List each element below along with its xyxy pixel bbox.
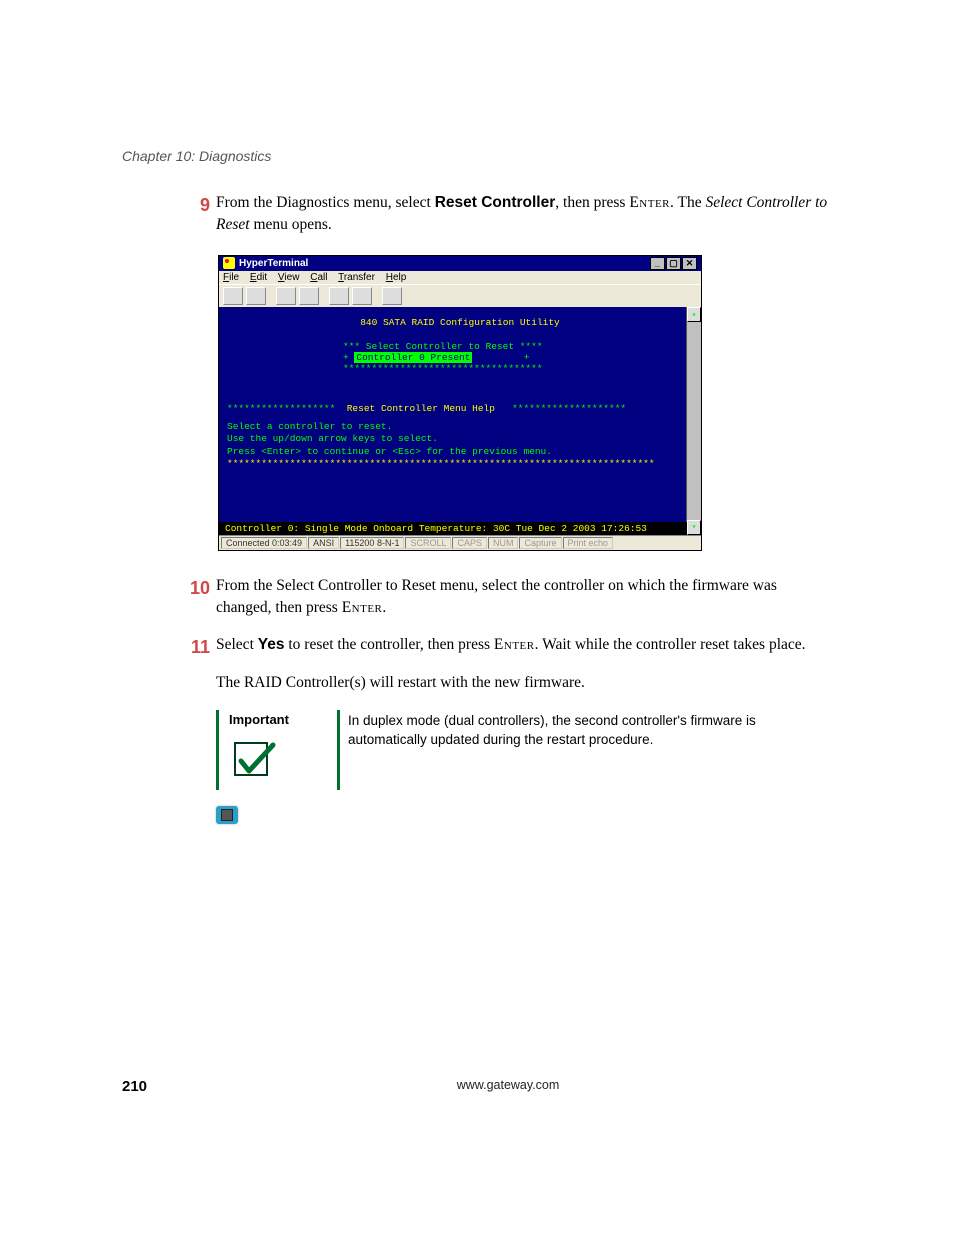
menu-transfer[interactable]: Transfer: [338, 272, 375, 283]
menu-view[interactable]: View: [278, 272, 300, 283]
reset-controller-label: Reset Controller: [435, 194, 556, 211]
end-section-icon: [216, 806, 834, 824]
checkmark-icon: [229, 737, 329, 788]
terminal-title: 840 SATA RAID Configuration Utility: [227, 317, 693, 328]
page-footer: 210 www.gateway.com: [122, 1078, 834, 1095]
text: menu opens.: [250, 216, 332, 233]
toolbar-button-5[interactable]: [329, 287, 349, 305]
hyperterminal-screenshot: HyperTerminal _ ▢ ✕ File Edit View Call …: [218, 255, 834, 551]
toolbar-button-3[interactable]: [276, 287, 296, 305]
step-9: 9 From the Diagnostics menu, select Rese…: [176, 192, 834, 237]
toolbar-button-7[interactable]: [382, 287, 402, 305]
maximize-button[interactable]: ▢: [666, 257, 681, 270]
help-stars-full: ****************************************…: [227, 458, 693, 470]
toolbar-button-2[interactable]: [246, 287, 266, 305]
toolbar-button-1[interactable]: [223, 287, 243, 305]
controller-option[interactable]: Controller 0 Present: [354, 352, 472, 363]
menu-call[interactable]: Call: [310, 272, 327, 283]
important-callout: Important In duplex mode (dual controlle…: [216, 710, 834, 790]
terminal-footer: Controller 0: Single Mode Onboard Temper…: [219, 522, 687, 535]
important-text: In duplex mode (dual controllers), the s…: [337, 710, 834, 790]
step-9-number: 9: [176, 192, 210, 237]
statusbar: Connected 0:03:49 ANSI 115200 8-N-1 SCRO…: [219, 535, 701, 550]
scroll-down-button[interactable]: ▾: [687, 520, 701, 535]
toolbar: [219, 284, 701, 307]
status-num: NUM: [488, 537, 519, 549]
text: , then press: [555, 194, 629, 211]
chapter-header: Chapter 10: Diagnostics: [122, 148, 834, 164]
status-scroll: SCROLL: [405, 537, 451, 549]
toolbar-button-6[interactable]: [352, 287, 372, 305]
text: .: [382, 599, 386, 616]
text: Select: [216, 636, 258, 653]
help-section: ******************* Reset Controller Men…: [227, 403, 693, 471]
status-echo: Print echo: [563, 537, 614, 549]
toolbar-button-4[interactable]: [299, 287, 319, 305]
status-caps: CAPS: [452, 537, 487, 549]
option-marker: +: [343, 352, 349, 363]
text: . The: [670, 194, 705, 211]
help-line-1: Select a controller to reset.: [227, 421, 693, 433]
text: From the Diagnostics menu, select: [216, 194, 435, 211]
text: . Wait while the controller reset takes …: [535, 636, 806, 653]
menu-help[interactable]: Help: [386, 272, 407, 283]
status-connected: Connected 0:03:49: [221, 537, 307, 549]
step-10-number: 10: [176, 575, 210, 620]
menu-file[interactable]: File: [223, 272, 239, 283]
step-11: 11 Select Yes to reset the controller, t…: [176, 634, 834, 660]
menu-edit[interactable]: Edit: [250, 272, 267, 283]
yes-label: Yes: [258, 636, 285, 653]
help-stars-left: *******************: [227, 403, 335, 414]
close-button[interactable]: ✕: [682, 257, 697, 270]
page: Chapter 10: Diagnostics 9 From the Diagn…: [0, 0, 954, 1235]
step-9-body: From the Diagnostics menu, select Reset …: [216, 192, 834, 237]
status-capture: Capture: [519, 537, 561, 549]
text: to reset the controller, then press: [284, 636, 493, 653]
window-titlebar: HyperTerminal _ ▢ ✕: [219, 256, 701, 271]
window-controls: _ ▢ ✕: [650, 257, 697, 270]
scrollbar[interactable]: ▴ ▾: [686, 307, 701, 535]
step-11-body: Select Yes to reset the controller, then…: [216, 634, 834, 660]
window-title: HyperTerminal: [239, 258, 308, 269]
restart-note: The RAID Controller(s) will restart with…: [216, 674, 834, 692]
page-number: 210: [122, 1078, 182, 1095]
status-emulation: ANSI: [308, 537, 339, 549]
step-10-body: From the Select Controller to Reset menu…: [216, 575, 834, 620]
select-footer: ***********************************: [343, 364, 693, 375]
help-stars-right: ********************: [512, 403, 626, 414]
footer-url: www.gateway.com: [182, 1078, 834, 1095]
app-icon: [223, 257, 235, 269]
menubar: File Edit View Call Transfer Help: [219, 271, 701, 284]
enter-key: Enter: [342, 599, 383, 616]
enter-key: Enter: [629, 194, 670, 211]
status-baud: 115200 8-N-1: [340, 537, 404, 549]
step-10: 10 From the Select Controller to Reset m…: [176, 575, 834, 620]
hyperterminal-window: HyperTerminal _ ▢ ✕ File Edit View Call …: [218, 255, 702, 551]
minimize-button[interactable]: _: [650, 257, 665, 270]
important-label: Important: [229, 712, 329, 727]
help-line-2: Use the up/down arrow keys to select.: [227, 433, 693, 445]
help-title: Reset Controller Menu Help: [347, 403, 495, 414]
step-11-number: 11: [176, 634, 210, 660]
help-line-3: Press <Enter> to continue or <Esc> for t…: [227, 446, 693, 458]
scroll-up-button[interactable]: ▴: [687, 307, 701, 322]
enter-key: Enter: [494, 636, 535, 653]
terminal-area[interactable]: ▴ ▾ 840 SATA RAID Configuration Utility …: [219, 307, 701, 535]
text: From the Select Controller to Reset menu…: [216, 577, 777, 616]
